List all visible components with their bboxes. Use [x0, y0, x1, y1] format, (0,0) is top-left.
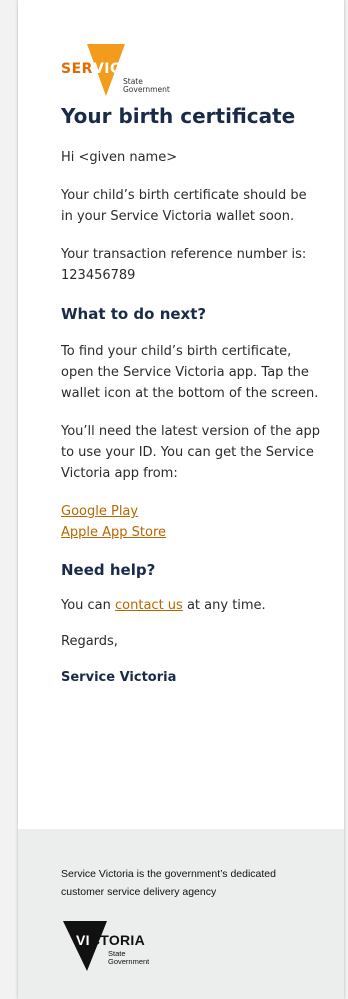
signature: Service Victoria [61, 670, 177, 685]
victoria-state-government-logo: VICTORIA State Government [61, 917, 171, 977]
victoria-wordmark: VICTORIA [76, 932, 146, 948]
logo-wordmark: SERVICE [61, 61, 131, 77]
apple-app-store-link[interactable]: Apple App Store [61, 525, 166, 540]
regards: Regards, [61, 634, 118, 649]
certificate-message: Your child’s birth certificate should be… [61, 188, 307, 224]
logo-state-government: State Government [123, 77, 170, 94]
google-play-link[interactable]: Google Play [61, 504, 138, 519]
find-certificate-instructions: To find your child’s birth certificate, … [61, 344, 319, 401]
email-card: SERVICE State Government Your birth cert… [18, 0, 344, 999]
greeting: Hi <given name> [61, 150, 178, 165]
app-store-links: Google Play Apple App Store [61, 501, 322, 543]
transaction-reference: Your transaction reference number is: 12… [61, 247, 307, 283]
help-heading: Need help? [61, 561, 156, 579]
help-message: You can contact us at any time. [61, 598, 266, 613]
footer-description: Service Victoria is the government’s ded… [61, 868, 276, 898]
next-steps-heading: What to do next? [61, 305, 207, 323]
contact-us-link[interactable]: contact us [115, 598, 183, 613]
service-victoria-logo: SERVICE State Government [61, 44, 201, 100]
email-body: SERVICE State Government Your birth cert… [18, 0, 344, 829]
email-footer: Service Victoria is the government’s ded… [18, 829, 344, 999]
email-title: Your birth certificate [61, 104, 296, 128]
app-version-note: You’ll need the latest version of the ap… [61, 424, 321, 481]
footer-state-government: State Government [108, 949, 150, 966]
